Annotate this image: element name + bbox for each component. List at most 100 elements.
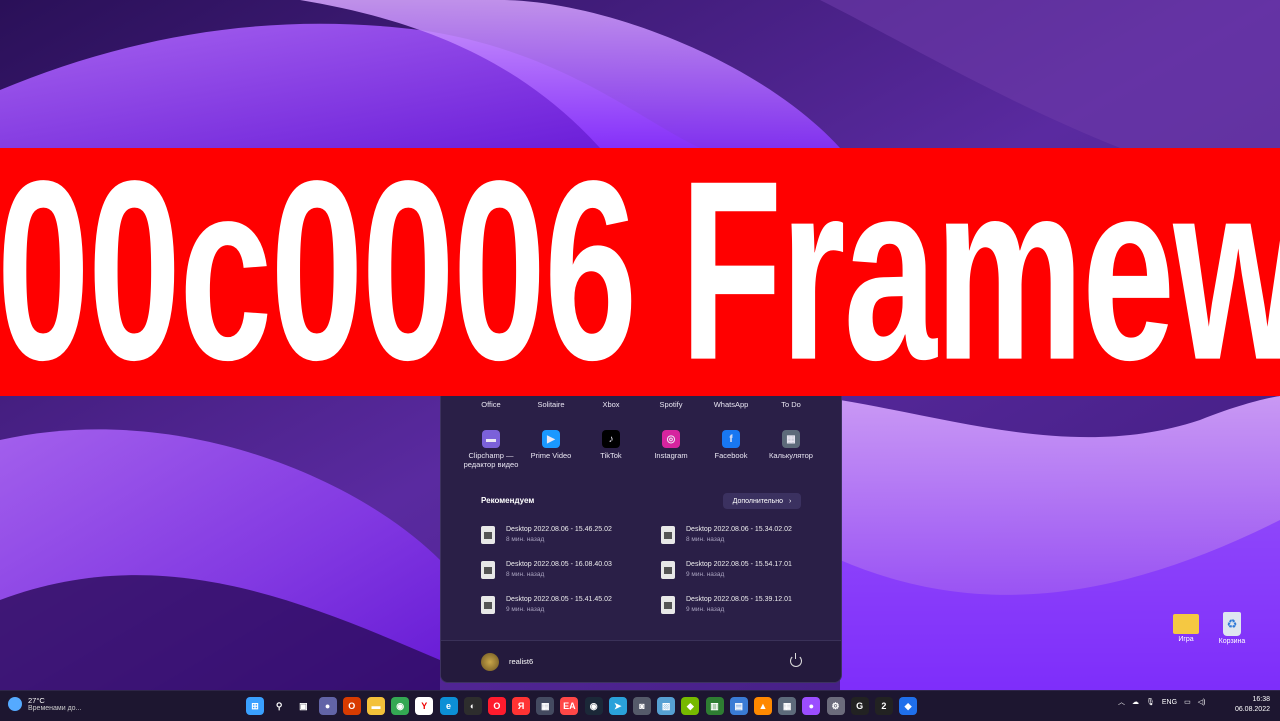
recommended-item-time: 8 мин. назад <box>686 536 725 543</box>
pinned-apps-row: ▬ Clipchamp — редактор видео ▶ Prime Video ♪… <box>461 430 821 469</box>
ea-icon[interactable]: EA <box>560 697 579 715</box>
recommended-item-name: Desktop 2022.08.05 - 15.54.17.01 <box>686 561 792 568</box>
office-icon[interactable]: O <box>342 697 361 715</box>
pinned-spotify[interactable]: Spotify <box>641 400 701 409</box>
photos-icon[interactable]: ▨ <box>657 697 676 715</box>
yandex-browser-icon[interactable]: Я <box>512 697 531 715</box>
network-icon[interactable]: ▭ <box>1184 698 1191 706</box>
desktop-icon-folder[interactable]: Игра <box>1166 614 1206 643</box>
recommended-item-name: Desktop 2022.08.05 - 16.08.40.03 <box>506 561 612 568</box>
tiktok-icon: ♪ <box>602 430 620 448</box>
user-avatar[interactable] <box>481 653 499 671</box>
taskbar-apps: ⊞ ⚲ ▣ ● O ▬ ◉ Ye ◐ O Я ▦ EA ◉ ➤ ◙ ▨ ◆ ▥ ▤ ▲ ▦ ● ⚙ G 2 ◆ <box>246 697 918 715</box>
recommended-item[interactable]: Desktop 2022.08.05 - 15.54.17.01 9 мин. н… <box>661 556 831 584</box>
settings-icon[interactable]: ⚙ <box>826 697 845 715</box>
recommended-item[interactable]: Desktop 2022.08.05 - 15.39.12.01 9 мин. н… <box>661 591 831 619</box>
user-name[interactable]: realist6 <box>509 657 533 666</box>
pinned-app-label: Калькулятор <box>769 451 813 460</box>
taskbar: 27°C Временами до... ⊞ ⚲ ▣ ● O ▬ ◉ Ye ◐ O Я ▦ EA ◉ ➤ ◙ ▨… <box>0 690 1280 721</box>
telegram-icon[interactable]: ➤ <box>608 697 627 715</box>
more-button-label: Дополнительно <box>732 497 784 505</box>
recycle-bin-icon: ♻ <box>1223 612 1241 636</box>
more-button[interactable]: Дополнительно › <box>723 493 801 509</box>
recommended-item-time: 9 мин. назад <box>686 606 725 613</box>
calculator-icon: ▦ <box>782 430 800 448</box>
recommended-item[interactable]: Desktop 2022.08.05 - 15.41.45.02 9 мин. н… <box>481 591 651 619</box>
pinned-app-instagram[interactable]: ◎ Instagram <box>641 430 701 469</box>
system-tray: ︿ ☁ 🎙 ENG ▭ ◁) <box>1118 697 1205 707</box>
pinned-app-label: TikTok <box>600 451 622 460</box>
calculator-icon[interactable]: ▦ <box>778 697 797 715</box>
weather-icon <box>8 697 22 711</box>
purple-app-icon[interactable]: ● <box>802 697 821 715</box>
nvidia-icon[interactable]: ◆ <box>681 697 700 715</box>
pinned-app-facebook[interactable]: f Facebook <box>701 430 761 469</box>
recommended-item-name: Desktop 2022.08.05 - 15.39.12.01 <box>686 596 792 603</box>
banner-title: 0x800c0006 Framework <box>0 148 1280 396</box>
facebook-icon: f <box>722 430 740 448</box>
blue-app-icon[interactable]: ◆ <box>899 697 918 715</box>
steam-icon[interactable]: ◉ <box>584 697 603 715</box>
recommended-item[interactable]: Desktop 2022.08.05 - 16.08.40.03 8 мин. н… <box>481 556 651 584</box>
2gis-icon[interactable]: 2 <box>874 697 893 715</box>
notepad-icon[interactable]: ▤ <box>729 697 748 715</box>
recommended-item-name: Desktop 2022.08.05 - 15.41.45.02 <box>506 596 612 603</box>
camera-icon[interactable]: ◙ <box>633 697 651 715</box>
teams-chat-icon[interactable]: ● <box>318 697 337 715</box>
start-menu: Office Solitaire Xbox Spotify WhatsApp T… <box>440 396 842 683</box>
recommended-item-time: 8 мин. назад <box>506 571 545 578</box>
recommended-item[interactable]: Desktop 2022.08.06 - 15.46.25.02 8 мин. н… <box>481 521 651 549</box>
pinned-xbox[interactable]: Xbox <box>581 400 641 409</box>
recommended-item-name: Desktop 2022.08.06 - 15.34.02.02 <box>686 526 792 533</box>
desktop-icon-label: Корзина <box>1218 638 1246 645</box>
chevron-right-icon: › <box>789 497 792 505</box>
weather-desc: Временами до... <box>28 705 82 712</box>
pinned-whatsapp[interactable]: WhatsApp <box>701 400 761 409</box>
store-icon[interactable]: ▦ <box>536 697 555 715</box>
pinned-app-clipchamp[interactable]: ▬ Clipchamp — редактор видео <box>461 430 521 469</box>
power-icon[interactable] <box>790 653 802 667</box>
logitech-icon[interactable]: G <box>850 697 869 715</box>
stats-icon[interactable]: ▥ <box>705 697 724 715</box>
recommended-item-name: Desktop 2022.08.06 - 15.46.25.02 <box>506 526 612 533</box>
weather-widget[interactable]: 27°C Временами до... <box>8 696 81 712</box>
file-explorer-icon[interactable]: ▬ <box>366 697 385 715</box>
prime-video-icon: ▶ <box>542 430 560 448</box>
pinned-app-label: Instagram <box>654 451 688 460</box>
pinned-app-calculator[interactable]: ▦ Калькулятор <box>761 430 821 469</box>
pinned-app-tiktok[interactable]: ♪ TikTok <box>581 430 641 469</box>
folder-icon <box>1173 614 1199 634</box>
pinned-app-label: Facebook <box>714 451 748 460</box>
recommended-item-time: 8 мин. назад <box>506 536 545 543</box>
chrome-icon[interactable]: ◉ <box>391 697 410 715</box>
instagram-icon: ◎ <box>662 430 680 448</box>
opera-icon[interactable]: O <box>487 697 506 715</box>
task-view-icon[interactable]: ▣ <box>294 697 312 715</box>
clock-date: 06.08.2022 <box>1234 706 1270 713</box>
clock[interactable]: 16:38 06.08.2022 <box>1232 695 1270 715</box>
search-icon[interactable]: ⚲ <box>270 697 288 715</box>
image-file-icon <box>481 596 495 614</box>
desktop-icon-recycle-bin[interactable]: ♻ Корзина <box>1212 612 1252 645</box>
pinned-app-label: Clipchamp — редактор видео <box>463 451 519 469</box>
vlc-icon[interactable]: ▲ <box>753 697 772 715</box>
pinned-solitaire[interactable]: Solitaire <box>521 400 581 409</box>
volume-icon[interactable]: ◁) <box>1198 698 1206 706</box>
yandex-icon[interactable]: Y <box>415 697 434 715</box>
pinned-office[interactable]: Office <box>461 400 521 409</box>
windows-start-icon[interactable]: ⊞ <box>246 697 264 715</box>
chevron-up-icon[interactable]: ︿ <box>1118 697 1125 707</box>
desktop-icon-label: Игра <box>1178 636 1194 643</box>
image-file-icon <box>661 596 675 614</box>
weather-temp: 27°C <box>28 696 45 705</box>
microphone-icon[interactable]: 🎙 <box>1146 698 1155 706</box>
onedrive-icon[interactable]: ☁ <box>1132 698 1139 706</box>
pinned-todo[interactable]: To Do <box>761 400 821 409</box>
title-banner: 0x800c0006 Framework <box>0 148 1280 396</box>
image-file-icon <box>481 561 495 579</box>
edge-icon[interactable]: e <box>439 697 458 715</box>
language-indicator[interactable]: ENG <box>1162 699 1177 706</box>
unknown-app-icon[interactable]: ◐ <box>463 697 482 715</box>
pinned-app-prime-video[interactable]: ▶ Prime Video <box>521 430 581 469</box>
recommended-item[interactable]: Desktop 2022.08.06 - 15.34.02.02 8 мин. н… <box>661 521 831 549</box>
